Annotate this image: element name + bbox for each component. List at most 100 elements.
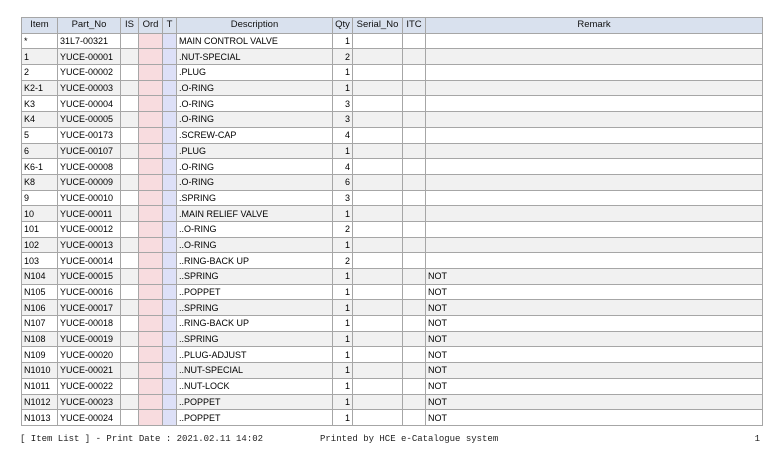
cell-itc (402, 236, 426, 254)
table-row[interactable]: N108 YUCE-00019 ..SPRING 1 NOT (21, 330, 763, 348)
cell-qty: 1 (332, 362, 353, 379)
cell-qty: 1 (332, 32, 353, 50)
cell-serial-no (352, 126, 403, 144)
column-header-t[interactable]: T (162, 17, 177, 34)
cell-qty: 1 (332, 283, 353, 301)
cell-ord (138, 393, 163, 411)
column-header-is[interactable]: IS (120, 17, 139, 34)
cell-item: * (21, 32, 58, 50)
cell-remark (425, 236, 763, 254)
cell-remark (425, 142, 763, 160)
table-row[interactable]: K6-1 YUCE-00008 .O-RING 4 (21, 158, 763, 175)
cell-itc (402, 346, 426, 364)
table-row[interactable]: K8 YUCE-00009 .O-RING 6 (21, 173, 763, 191)
cell-qty: 1 (332, 377, 353, 395)
cell-serial-no (352, 346, 403, 364)
cell-serial-no (352, 142, 403, 160)
cell-is (120, 377, 139, 395)
table-row[interactable]: 103 YUCE-00014 ..RING-BACK UP 2 (21, 252, 763, 269)
cell-description: .O-RING (176, 79, 333, 97)
cell-description: ..O-RING (176, 236, 333, 254)
cell-description: ..NUT-SPECIAL (176, 362, 333, 379)
footer-page-number: 1 (754, 434, 760, 444)
table-row[interactable]: 101 YUCE-00012 ..O-RING 2 (21, 220, 763, 238)
cell-part-no: YUCE-00014 (57, 252, 121, 269)
cell-itc (402, 32, 426, 50)
cell-item: 2 (21, 64, 58, 81)
cell-is (120, 173, 139, 191)
cell-ord (138, 79, 163, 97)
column-header-itc[interactable]: ITC (402, 17, 426, 34)
column-header-item[interactable]: Item (21, 17, 58, 34)
column-header-description[interactable]: Description (176, 17, 333, 34)
table-row[interactable]: N105 YUCE-00016 ..POPPET 1 NOT (21, 283, 763, 301)
cell-qty: 1 (332, 268, 353, 285)
cell-serial-no (352, 268, 403, 285)
cell-serial-no (352, 158, 403, 175)
table-row[interactable]: N1011 YUCE-00022 ..NUT-LOCK 1 NOT (21, 377, 763, 395)
cell-t (162, 252, 177, 269)
cell-item: N107 (21, 315, 58, 332)
column-header-remark[interactable]: Remark (425, 17, 763, 34)
table-row[interactable]: * 31L7-00321 MAIN CONTROL VALVE 1 (21, 32, 763, 50)
cell-ord (138, 252, 163, 269)
cell-part-no: YUCE-00023 (57, 393, 121, 411)
cell-part-no: YUCE-00003 (57, 79, 121, 97)
table-row[interactable]: N1013 YUCE-00024 ..POPPET 1 NOT (21, 409, 763, 426)
cell-t (162, 126, 177, 144)
table-row[interactable]: N106 YUCE-00017 ..SPRING 1 NOT (21, 299, 763, 317)
cell-item: N108 (21, 330, 58, 348)
cell-description: ..RING-BACK UP (176, 252, 333, 269)
cell-t (162, 142, 177, 160)
cell-qty: 1 (332, 205, 353, 222)
cell-item: N106 (21, 299, 58, 317)
cell-description: .NUT-SPECIAL (176, 48, 333, 66)
cell-qty: 3 (332, 95, 353, 113)
cell-item: 6 (21, 142, 58, 160)
cell-description: ..SPRING (176, 299, 333, 317)
cell-item: N1010 (21, 362, 58, 379)
column-header-serial-no[interactable]: Serial_No (352, 17, 403, 34)
cell-t (162, 393, 177, 411)
cell-ord (138, 111, 163, 128)
cell-itc (402, 252, 426, 269)
table-row[interactable]: N1012 YUCE-00023 ..POPPET 1 NOT (21, 393, 763, 411)
cell-ord (138, 173, 163, 191)
cell-is (120, 79, 139, 97)
cell-part-no: YUCE-00002 (57, 64, 121, 81)
cell-ord (138, 205, 163, 222)
cell-qty: 4 (332, 158, 353, 175)
cell-ord (138, 126, 163, 144)
table-row[interactable]: N107 YUCE-00018 ..RING-BACK UP 1 NOT (21, 315, 763, 332)
cell-t (162, 409, 177, 426)
table-row[interactable]: 10 YUCE-00011 .MAIN RELIEF VALVE 1 (21, 205, 763, 222)
column-header-qty[interactable]: Qty (332, 17, 353, 34)
table-row[interactable]: 6 YUCE-00107 .PLUG 1 (21, 142, 763, 160)
table-row[interactable]: K4 YUCE-00005 .O-RING 3 (21, 111, 763, 128)
table-row[interactable]: 1 YUCE-00001 .NUT-SPECIAL 2 (21, 48, 763, 66)
column-header-ord[interactable]: Ord (138, 17, 163, 34)
table-row[interactable]: N104 YUCE-00015 ..SPRING 1 NOT (21, 268, 763, 285)
cell-remark (425, 220, 763, 238)
cell-itc (402, 220, 426, 238)
cell-t (162, 32, 177, 50)
cell-itc (402, 299, 426, 317)
cell-description: ..RING-BACK UP (176, 315, 333, 332)
column-header-part-no[interactable]: Part_No (57, 17, 121, 34)
table-row[interactable]: 5 YUCE-00173 .SCREW-CAP 4 (21, 126, 763, 144)
table-row[interactable]: 9 YUCE-00010 .SPRING 3 (21, 189, 763, 207)
cell-t (162, 48, 177, 66)
cell-description: ..POPPET (176, 393, 333, 411)
cell-qty: 2 (332, 220, 353, 238)
cell-is (120, 346, 139, 364)
cell-qty: 3 (332, 111, 353, 128)
table-row[interactable]: K3 YUCE-00004 .O-RING 3 (21, 95, 763, 113)
table-row[interactable]: N1010 YUCE-00021 ..NUT-SPECIAL 1 NOT (21, 362, 763, 379)
cell-part-no: YUCE-00018 (57, 315, 121, 332)
table-row[interactable]: N109 YUCE-00020 ..PLUG-ADJUST 1 NOT (21, 346, 763, 364)
table-row[interactable]: 102 YUCE-00013 ..O-RING 1 (21, 236, 763, 254)
cell-t (162, 205, 177, 222)
table-row[interactable]: K2-1 YUCE-00003 .O-RING 1 (21, 79, 763, 97)
table-row[interactable]: 2 YUCE-00002 .PLUG 1 (21, 64, 763, 81)
cell-is (120, 299, 139, 317)
